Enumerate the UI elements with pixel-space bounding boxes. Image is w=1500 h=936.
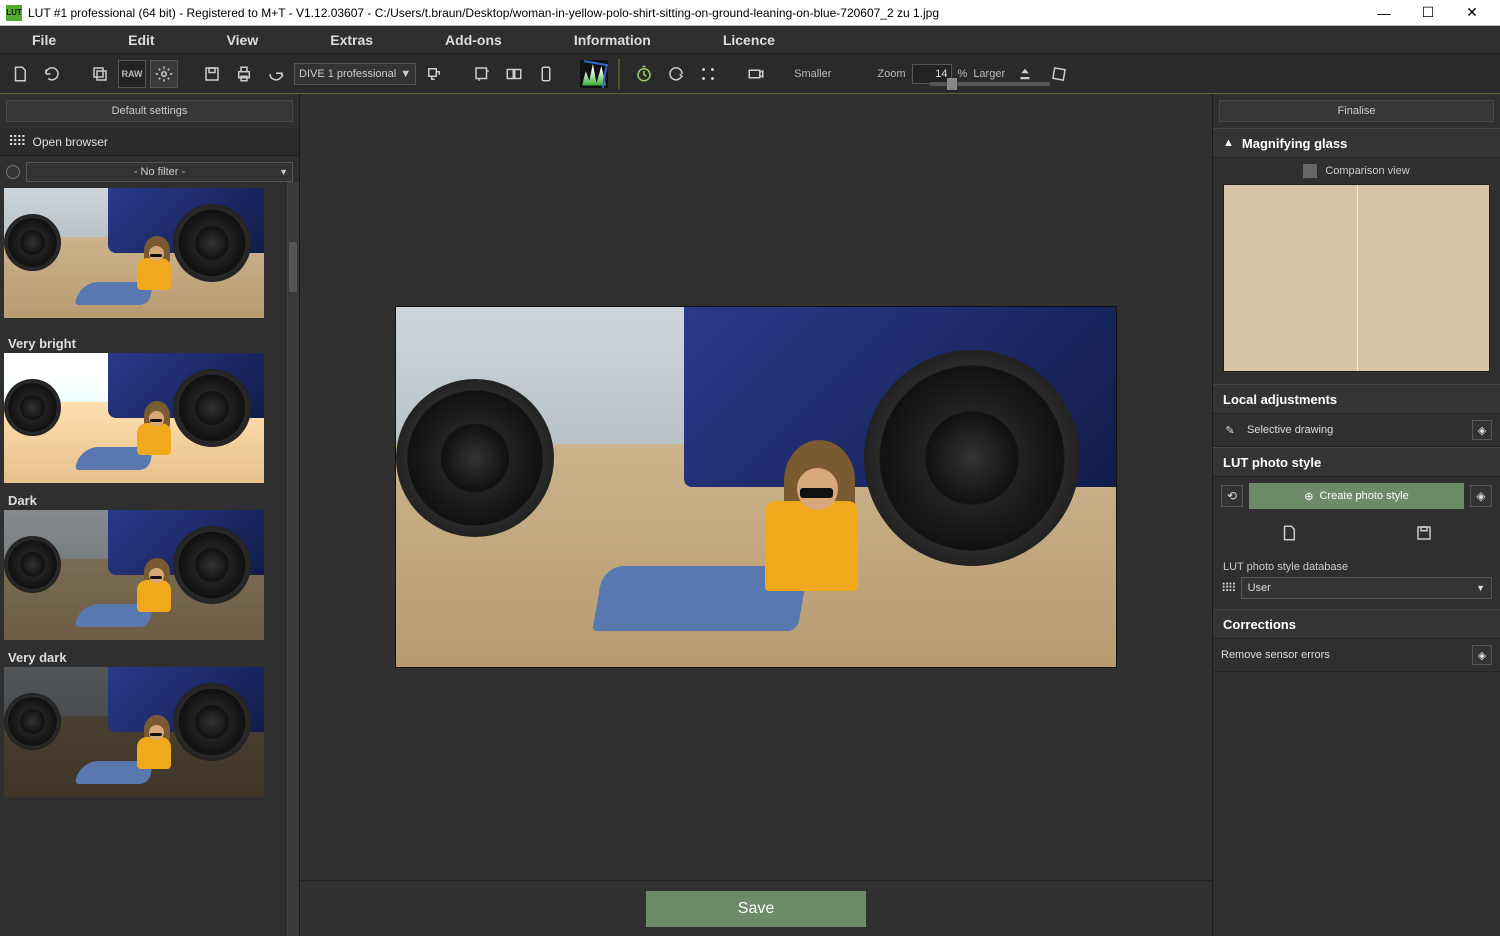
zoom-pct: % <box>958 68 968 80</box>
expand-style-icon[interactable]: ◈ <box>1470 485 1492 507</box>
preset-label: Very dark <box>4 644 295 667</box>
histogram-icon[interactable] <box>580 60 608 88</box>
reload-icon[interactable] <box>38 60 66 88</box>
filter-color-icon[interactable] <box>6 165 20 179</box>
title-bar: LUT LUT #1 professional (64 bit) - Regis… <box>0 0 1500 26</box>
comparison-checkbox[interactable] <box>1303 164 1317 178</box>
brush-icon: ✎ <box>1221 421 1239 439</box>
open-browser-label: Open browser <box>33 135 108 149</box>
zoom-slider[interactable] <box>930 82 1050 86</box>
preset-label: Very bright <box>4 330 295 353</box>
minimize-button[interactable]: — <box>1362 0 1406 26</box>
save-style-icon[interactable] <box>1357 519 1493 547</box>
export-icon[interactable] <box>262 60 290 88</box>
open-browser-row[interactable]: ⠿⠿ Open browser <box>0 128 299 156</box>
dive-preset-label: DIVE 1 professional <box>299 68 396 80</box>
menu-bar: File Edit View Extras Add-ons Informatio… <box>0 26 1500 54</box>
create-photo-style-button[interactable]: ⊕ Create photo style <box>1249 483 1464 509</box>
remove-sensor-label: Remove sensor errors <box>1221 649 1330 661</box>
dive-preset-select[interactable]: DIVE 1 professional▼ <box>294 63 416 85</box>
expand-icon[interactable]: ◈ <box>1472 420 1492 440</box>
app-icon: LUT <box>6 5 22 21</box>
corrections-header[interactable]: Corrections <box>1213 609 1500 639</box>
menu-edit[interactable]: Edit <box>92 32 190 48</box>
extension-icon[interactable] <box>420 60 448 88</box>
preset-original[interactable] <box>4 188 295 326</box>
reset-style-icon[interactable]: ⟲ <box>1221 485 1243 507</box>
db-select[interactable]: User <box>1241 577 1492 599</box>
preset-list[interactable]: Very bright Dark Very dark <box>0 184 299 936</box>
selective-drawing-row[interactable]: ✎ Selective drawing ◈ <box>1213 414 1500 447</box>
remove-sensor-row[interactable]: Remove sensor errors ◈ <box>1213 639 1500 672</box>
print-icon[interactable] <box>230 60 258 88</box>
toolbar: RAW DIVE 1 professional▼ Smaller Zoom 14… <box>0 54 1500 94</box>
default-settings-button[interactable]: Default settings <box>6 100 293 122</box>
selective-drawing-label: Selective drawing <box>1247 424 1333 436</box>
menu-extras[interactable]: Extras <box>294 32 409 48</box>
save-button[interactable]: Save <box>646 891 866 927</box>
expand-icon[interactable]: ◈ <box>1472 645 1492 665</box>
preset-very-dark[interactable]: Very dark <box>4 644 295 797</box>
maximize-button[interactable]: ☐ <box>1406 0 1450 26</box>
lut-photo-style-header[interactable]: LUT photo style <box>1213 447 1500 477</box>
crop-icon[interactable] <box>468 60 496 88</box>
window-title: LUT #1 professional (64 bit) - Registere… <box>28 6 1362 20</box>
grid-icon: ⠿⠿ <box>8 133 25 150</box>
menu-view[interactable]: View <box>191 32 295 48</box>
snap-icon[interactable] <box>694 60 722 88</box>
zoom-label: Zoom <box>877 68 905 80</box>
db-grid-icon: ⠿⠿ <box>1221 581 1235 595</box>
collapse-arrow-icon: ▲ <box>1223 137 1234 149</box>
save-icon[interactable] <box>198 60 226 88</box>
finalise-button[interactable]: Finalise <box>1219 100 1494 122</box>
preset-dark[interactable]: Dark <box>4 487 295 640</box>
close-button[interactable]: ✕ <box>1450 0 1494 26</box>
preview-image[interactable] <box>396 307 1116 667</box>
filter-select[interactable]: - No filter - <box>26 162 293 182</box>
timer-icon[interactable] <box>630 60 658 88</box>
left-panel: Default settings ⠿⠿ Open browser - No fi… <box>0 94 300 936</box>
preset-label: Dark <box>4 487 295 510</box>
create-photo-style-label: Create photo style <box>1319 490 1408 502</box>
compare-icon[interactable] <box>500 60 528 88</box>
separator <box>618 59 620 89</box>
left-scrollbar[interactable] <box>285 182 299 936</box>
add-icon: ⊕ <box>1304 490 1313 503</box>
menu-licence[interactable]: Licence <box>687 32 811 48</box>
db-label: LUT photo style database <box>1213 557 1500 577</box>
smaller-label: Smaller <box>794 68 831 80</box>
lut-photo-style-label: LUT photo style <box>1223 455 1321 470</box>
magnifying-glass-label: Magnifying glass <box>1242 136 1347 151</box>
raw-icon[interactable]: RAW <box>118 60 146 88</box>
menu-file[interactable]: File <box>8 32 92 48</box>
local-adjustments-label: Local adjustments <box>1223 392 1337 407</box>
redo-icon[interactable] <box>662 60 690 88</box>
new-file-icon[interactable] <box>6 60 34 88</box>
menu-addons[interactable]: Add-ons <box>409 32 538 48</box>
comparison-label: Comparison view <box>1325 165 1409 177</box>
preset-very-bright[interactable]: Very bright <box>4 330 295 483</box>
local-adjustments-header[interactable]: Local adjustments <box>1213 384 1500 414</box>
comparison-view-row[interactable]: Comparison view <box>1213 158 1500 184</box>
corrections-label: Corrections <box>1223 617 1296 632</box>
camera-icon[interactable] <box>742 60 770 88</box>
preset-label <box>4 318 295 326</box>
batch-icon[interactable] <box>86 60 114 88</box>
center-panel: Save <box>300 94 1212 936</box>
larger-label: Larger <box>973 68 1005 80</box>
open-style-icon[interactable] <box>1221 519 1357 547</box>
device-icon[interactable] <box>532 60 560 88</box>
magnifying-glass-header[interactable]: ▲ Magnifying glass <box>1213 128 1500 158</box>
magnifier-preview[interactable] <box>1223 184 1490 372</box>
settings-gear-icon[interactable] <box>150 60 178 88</box>
menu-information[interactable]: Information <box>538 32 687 48</box>
right-panel: Finalise ▲ Magnifying glass Comparison v… <box>1212 94 1500 936</box>
zoom-value-box[interactable]: 14 <box>912 64 952 84</box>
